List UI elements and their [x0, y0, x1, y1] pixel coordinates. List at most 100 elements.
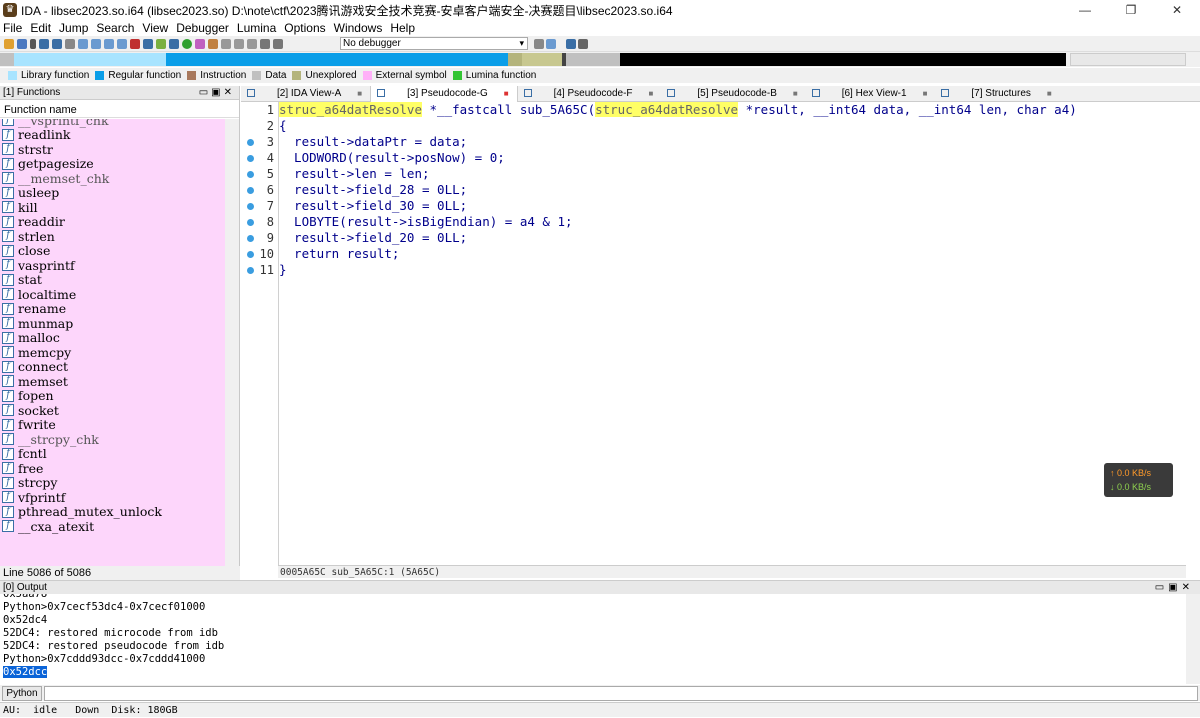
function-list-item[interactable]: f usleep [0, 185, 225, 200]
breakpoint-dot-icon[interactable] [247, 155, 254, 162]
function-list-item[interactable]: f munmap [0, 316, 225, 331]
pause-icon[interactable] [273, 38, 283, 49]
debugger-select[interactable]: No debugger ▾ [340, 37, 528, 50]
tab-close-icon[interactable]: ■ [649, 89, 654, 98]
tab-close-icon[interactable]: ■ [923, 89, 928, 98]
function-list-item[interactable]: f __vsprintf_chk [0, 119, 225, 128]
function-list-scrollbar[interactable] [225, 119, 239, 566]
delete-icon[interactable] [247, 38, 257, 49]
function-icon[interactable] [195, 38, 205, 49]
breakpoint-dot-icon[interactable] [247, 219, 254, 226]
breakpoint-dot-icon[interactable] [247, 139, 254, 146]
tab-item[interactable]: [3] Pseudocode-G ■ [370, 86, 518, 102]
pseudocode-view[interactable]: 1 2 3 4 5 6 7 8 9 10 11 struc_a64datResolve *__fas… [241, 102, 1200, 578]
type-name[interactable]: struc_a64datResolve [595, 102, 739, 117]
function-list-item[interactable]: f malloc [0, 330, 225, 345]
tab-close-icon[interactable]: ■ [793, 89, 798, 98]
function-list-item[interactable]: f socket [0, 403, 225, 418]
code-body[interactable]: struc_a64datResolve *__fastcall sub_5A65… [278, 102, 1186, 566]
function-list-item[interactable]: f readdir [0, 214, 225, 229]
tab-item[interactable]: [6] Hex View-1 ■ [806, 86, 936, 102]
function-list-item[interactable]: f __strcpy_chk [0, 432, 225, 447]
output-scrollbar[interactable] [1186, 594, 1200, 684]
code-line[interactable]: struc_a64datResolve *__fastcall sub_5A65… [279, 102, 1186, 118]
breakpoint-dot-icon[interactable] [247, 171, 254, 178]
attach-icon[interactable] [534, 38, 544, 49]
code-scrollbar[interactable] [1186, 102, 1200, 566]
type-name[interactable]: struc_a64datResolve [279, 102, 422, 117]
function-list-item[interactable]: f fopen [0, 388, 225, 403]
function-list-item[interactable]: f vasprintf [0, 258, 225, 273]
menu-help[interactable]: Help [390, 21, 415, 35]
function-name-column-header[interactable]: Function name [0, 100, 239, 118]
image-icon[interactable] [169, 38, 179, 49]
code-line[interactable]: LOBYTE(result->isBigEndian) = a4 & 1; [279, 214, 1186, 230]
python-button[interactable]: Python [2, 685, 42, 701]
tab-close-icon[interactable]: ■ [1047, 89, 1052, 98]
struct-icon[interactable] [208, 38, 218, 49]
breakpoint-dot-icon[interactable] [247, 251, 254, 258]
function-list-item[interactable]: f free [0, 461, 225, 476]
menu-view[interactable]: View [142, 21, 168, 35]
code-line[interactable]: return result; [279, 246, 1186, 262]
maximize-button[interactable]: ❐ [1108, 0, 1154, 20]
menu-file[interactable]: File [3, 21, 22, 35]
breakpoint-dot-icon[interactable] [247, 267, 254, 274]
function-list-item[interactable]: f pthread_mutex_unlock [0, 504, 225, 519]
search-icon[interactable] [104, 38, 114, 49]
code-line[interactable]: { [279, 118, 1186, 134]
menu-lumina[interactable]: Lumina [237, 21, 276, 35]
menu-edit[interactable]: Edit [30, 21, 51, 35]
function-list-item[interactable]: f readlink [0, 127, 225, 142]
debug-options-icon[interactable] [546, 38, 556, 49]
text-search-icon[interactable] [117, 38, 127, 49]
tab-item[interactable]: [7] Structures ■ [935, 86, 1059, 102]
enum-icon[interactable] [221, 38, 231, 49]
function-list-item[interactable]: f fcntl [0, 446, 225, 461]
menu-debugger[interactable]: Debugger [176, 21, 229, 35]
open-icon[interactable] [4, 38, 14, 49]
play-icon[interactable] [260, 38, 270, 49]
function-list[interactable]: f __vsprintf_chk f readlink f strstr f getpages… [0, 119, 225, 632]
function-list-item[interactable]: f __memset_chk [0, 171, 225, 186]
breakpoint-dot-icon[interactable] [247, 187, 254, 194]
function-list-item[interactable]: f memcpy [0, 345, 225, 360]
function-list-item[interactable]: f getpagesize [0, 156, 225, 171]
forward-icon[interactable] [52, 38, 62, 49]
code-line[interactable]: result->field_30 = 0LL; [279, 198, 1186, 214]
function-list-item[interactable]: f __cxa_atexit [0, 519, 225, 534]
code-line[interactable]: result->len = len; [279, 166, 1186, 182]
function-list-item[interactable]: f strlen [0, 229, 225, 244]
code-line[interactable]: LODWORD(result->posNow) = 0; [279, 150, 1186, 166]
function-list-item[interactable]: f stat [0, 272, 225, 287]
edit-icon[interactable] [234, 38, 244, 49]
output-log[interactable]: 0x5aa78 Python>0x7cecf53dc4-0x7cecf01000… [0, 594, 1186, 684]
menu-jump[interactable]: Jump [59, 21, 88, 35]
stop-icon[interactable] [130, 38, 140, 49]
navigation-band[interactable] [0, 52, 1200, 67]
tab-item[interactable]: [2] IDA View-A ■ [241, 86, 370, 102]
function-list-item[interactable]: f fwrite [0, 417, 225, 432]
run-status-icon[interactable] [182, 38, 192, 49]
function-list-item[interactable]: f rename [0, 301, 225, 316]
tab-item[interactable]: [5] Pseudocode-B ■ [661, 86, 805, 102]
pane-controls[interactable]: ▭▣✕ [1155, 581, 1194, 595]
step-icon[interactable] [578, 38, 588, 49]
menu-windows[interactable]: Windows [334, 21, 383, 35]
function-list-item[interactable]: f localtime [0, 287, 225, 302]
graph-icon[interactable] [156, 38, 166, 49]
breakpoint-dot-icon[interactable] [247, 203, 254, 210]
back-icon[interactable] [39, 38, 49, 49]
nav-combo[interactable] [1070, 53, 1186, 66]
close-button[interactable]: ✕ [1154, 0, 1200, 20]
breakpoint-dot-icon[interactable] [247, 235, 254, 242]
tab-close-icon[interactable]: ■ [504, 89, 509, 98]
paste-icon[interactable] [91, 38, 101, 49]
function-list-item[interactable]: f kill [0, 200, 225, 215]
code-line[interactable]: result->field_28 = 0LL; [279, 182, 1186, 198]
function-list-item[interactable]: f vfprintf [0, 490, 225, 505]
function-list-item[interactable]: f connect [0, 359, 225, 374]
dropdown-icon[interactable] [65, 38, 75, 49]
minimize-button[interactable]: — [1062, 0, 1108, 20]
python-input[interactable] [44, 685, 1198, 701]
